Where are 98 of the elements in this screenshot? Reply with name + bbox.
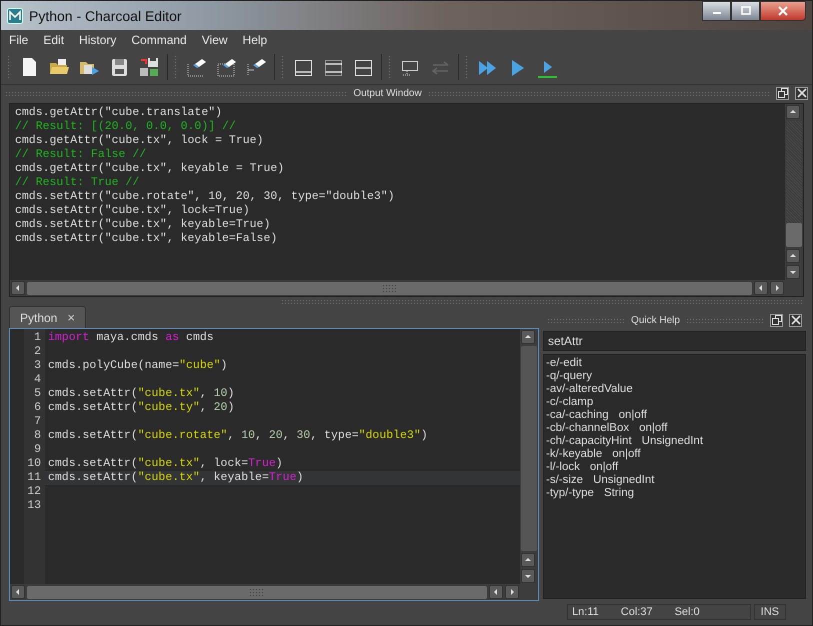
close-icon — [790, 315, 800, 325]
flag-argument: String — [604, 487, 634, 500]
flag-name: -ca/-caching — [546, 409, 609, 422]
flag-name: -k/-keyable — [546, 448, 602, 461]
flag-name: -ch/-capacityHint — [546, 435, 632, 448]
scroll-left-button[interactable] — [11, 281, 25, 295]
scroll-left-button[interactable] — [489, 585, 503, 599]
flag-name: -typ/-type — [546, 487, 594, 500]
eraser-icon — [215, 56, 237, 78]
line-number: 2 — [33, 345, 41, 359]
flag-name: -av/-alteredValue — [546, 383, 633, 396]
line-number: 1 — [33, 331, 41, 345]
log-line: cmds.setAttr("cube.tx", keyable=True) — [15, 218, 272, 232]
search-field[interactable]: setAttr — [543, 331, 806, 351]
maximize-icon — [740, 6, 750, 16]
eraser-icon — [185, 56, 207, 78]
code-line: cmds.setAttr("cube.tx", lock=True) — [47, 457, 284, 471]
flag-name: -q/-query — [546, 370, 592, 383]
close-button[interactable] — [789, 314, 802, 326]
close-button[interactable] — [795, 86, 808, 100]
window-title: Python - Charcoal Editor — [29, 8, 182, 24]
flag-name: -e/-edit — [546, 357, 582, 370]
log-line: cmds.getAttr("cube.translate") — [15, 106, 224, 120]
menu-item[interactable]: File — [9, 33, 28, 47]
flag-argument: on|off — [618, 409, 647, 422]
line-number: 4 — [33, 373, 41, 387]
log-line: // Result: True // — [15, 176, 140, 190]
menu-item[interactable]: View — [202, 33, 228, 47]
log-line: cmds.getAttr("cube.tx", keyable = True) — [15, 162, 286, 176]
code-line: cmds.polyCube(name="cube") — [47, 359, 228, 373]
menu-item[interactable]: Command — [131, 33, 187, 47]
line-number: 7 — [33, 415, 41, 429]
line-number: 11 — [26, 471, 41, 485]
scrollbar-thumb[interactable] — [786, 223, 802, 247]
scroll-up-button[interactable] — [521, 330, 535, 344]
code-line: cmds.setAttr("cube.tx", 10) — [47, 387, 236, 401]
scroll-left-button[interactable] — [754, 281, 768, 295]
log-line: cmds.setAttr("cube.tx", keyable=False) — [15, 232, 278, 246]
eraser-icon — [245, 56, 267, 78]
tab-close-button[interactable]: × — [67, 310, 75, 325]
log-line: cmds.getAttr("cube.tx", lock = True) — [15, 134, 264, 148]
save-to-shelf-icon — [138, 56, 160, 78]
line-number: 12 — [26, 485, 41, 499]
line-indicator: Ln:11 — [572, 606, 599, 618]
flag-name: -c/-clamp — [546, 396, 594, 409]
app-icon — [7, 8, 23, 24]
float-button[interactable] — [776, 86, 789, 100]
line-number: 6 — [33, 401, 41, 415]
float-button[interactable] — [770, 314, 783, 326]
restore-icon — [772, 315, 782, 325]
close-icon — [796, 88, 806, 98]
line-number: 8 — [33, 429, 41, 443]
toolbar-button[interactable] — [137, 55, 161, 79]
flag-argument: on|off — [590, 461, 618, 474]
column-indicator: Col:37 — [620, 606, 653, 618]
flag-name: -l/-lock — [546, 461, 580, 474]
close-button[interactable] — [760, 1, 806, 21]
scrollbar-thumb[interactable] — [27, 282, 752, 294]
panel-title: Output Window — [353, 88, 422, 98]
insert-mode-indicator: INS — [754, 604, 786, 620]
close-icon — [778, 6, 788, 16]
scroll-left-button[interactable] — [11, 585, 25, 599]
log-line: // Result: False // — [15, 148, 148, 162]
line-number: 5 — [33, 387, 41, 401]
maximize-button[interactable] — [731, 1, 760, 21]
panel-title: Quick Help — [631, 314, 680, 326]
scroll-up-button[interactable] — [786, 249, 800, 263]
selection-indicator: Sel:0 — [674, 606, 700, 618]
scroll-up-button[interactable] — [786, 105, 800, 119]
log-line: cmds.setAttr("cube.rotate", 10, 20, 30, type="double3") — [15, 190, 396, 204]
scroll-right-button[interactable] — [770, 281, 784, 295]
code-line: import maya.cmds as cmds — [47, 331, 215, 345]
scroll-up-button[interactable] — [521, 553, 535, 567]
scrollbar-thumb[interactable] — [27, 586, 487, 598]
code-line: cmds.setAttr("cube.ty", 20) — [47, 401, 236, 415]
editor-tab[interactable]: Python × — [9, 306, 86, 328]
scroll-right-button[interactable] — [505, 585, 519, 599]
scroll-down-button[interactable] — [786, 265, 800, 279]
line-number: 9 — [33, 443, 41, 457]
code-line: cmds.setAttr("cube.rotate", 10, 20, 30, type="double3") — [47, 429, 429, 443]
log-line: // Result: [(20.0, 0.0, 0.0)] // — [15, 120, 237, 134]
flag-argument: UnsignedInt — [593, 474, 654, 487]
minimize-button[interactable] — [702, 1, 731, 21]
menu-item[interactable]: Edit — [43, 33, 64, 47]
flag-name: -s/-size — [546, 474, 584, 487]
line-number: 3 — [33, 359, 41, 373]
scroll-down-button[interactable] — [521, 569, 535, 583]
restore-icon — [778, 88, 788, 98]
line-number: 10 — [26, 457, 41, 471]
menu-item[interactable]: Help — [242, 33, 268, 47]
scrollbar-thumb[interactable] — [521, 346, 537, 551]
flag-argument: on|off — [612, 448, 641, 461]
flag-argument: on|off — [639, 422, 668, 435]
flag-name: -cb/-channelBox — [546, 422, 630, 435]
menu-item[interactable]: History — [79, 33, 116, 47]
line-number: 13 — [26, 499, 41, 513]
log-line: cmds.setAttr("cube.tx", lock=True) — [15, 204, 251, 218]
flag-argument: UnsignedInt — [642, 435, 704, 448]
